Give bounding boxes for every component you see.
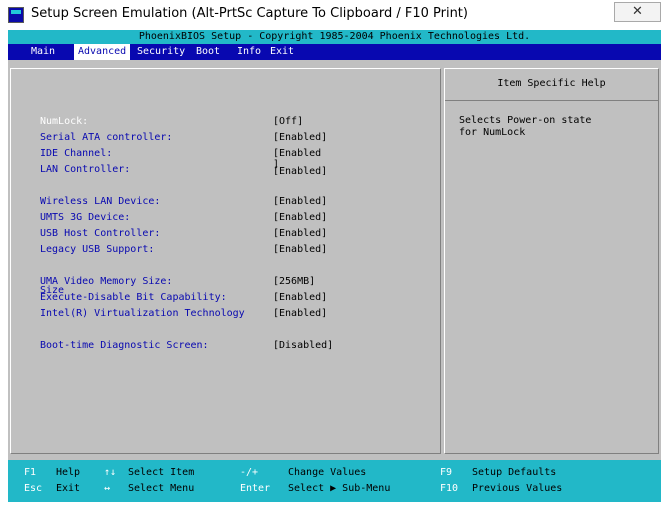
option-umts-value[interactable]: [Enabled] — [273, 212, 327, 224]
menu-info[interactable]: Info — [233, 44, 265, 60]
bios-screen: PhoenixBIOS Setup - Copyright 1985-2004 … — [8, 30, 661, 502]
option-wlan-value[interactable]: [Enabled] — [273, 196, 327, 208]
help-text: Selects Power-on state for NumLock — [459, 115, 592, 138]
key-enter: Enter — [240, 483, 271, 494]
menu-boot[interactable]: Boot — [192, 44, 224, 60]
option-legacy-usb-value[interactable]: [Enabled] — [273, 244, 327, 256]
key-updown-desc: Select Item — [128, 467, 195, 478]
key-plusminus-desc: Change Values — [288, 467, 367, 478]
key-esc: Esc — [24, 483, 43, 494]
option-usb-host-value[interactable]: [Enabled] — [273, 228, 327, 240]
key-f9: F9 — [440, 467, 453, 478]
option-vt-label[interactable]: Intel(R) Virtualization Technology — [40, 308, 245, 320]
updown-arrows-icon: ↑↓ — [104, 467, 117, 478]
key-enter-desc: Select ▶ Sub-Menu — [288, 483, 391, 494]
option-diag-value[interactable]: [Disabled] — [273, 340, 333, 352]
window-title: Setup Screen Emulation (Alt-PrtSc Captur… — [31, 6, 468, 21]
option-xd-value[interactable]: [Enabled] — [273, 292, 327, 304]
window-titlebar: Setup Screen Emulation (Alt-PrtSc Captur… — [0, 0, 669, 30]
menu-advanced[interactable]: Advanced — [74, 44, 131, 60]
option-ide-value[interactable]: [Enabled — [273, 148, 321, 160]
options-panel: NumLock: [Off] Serial ATA controller: [E… — [10, 68, 441, 454]
leftright-arrows-icon: ↔ — [104, 483, 111, 494]
bios-menubar: Main Advanced Security Boot Info Exit — [8, 44, 661, 60]
key-f1-desc: Help — [56, 467, 81, 478]
option-lan-label[interactable]: LAN Controller: — [40, 164, 130, 176]
option-wlan-label[interactable]: Wireless LAN Device: — [40, 196, 160, 208]
key-f9-desc: Setup Defaults — [472, 467, 557, 478]
help-title: Item Specific Help — [445, 69, 658, 101]
option-xd-label[interactable]: Execute-Disable Bit Capability: — [40, 292, 227, 304]
key-f1: F1 — [24, 467, 37, 478]
option-uma-value[interactable]: [256MB] — [273, 276, 315, 288]
bios-copyright-header: PhoenixBIOS Setup - Copyright 1985-2004 … — [8, 30, 661, 44]
option-umts-label[interactable]: UMTS 3G Device: — [40, 212, 130, 224]
option-numlock-value[interactable]: [Off] — [273, 116, 303, 128]
option-diag-label[interactable]: Boot-time Diagnostic Screen: — [40, 340, 209, 352]
key-leftright-desc: Select Menu — [128, 483, 195, 494]
key-f10: F10 — [440, 483, 459, 494]
key-legend-footer: F1 Help ↑↓ Select Item -/+ Change Values… — [8, 460, 661, 502]
option-legacy-usb-label[interactable]: Legacy USB Support: — [40, 244, 154, 256]
key-esc-desc: Exit — [56, 483, 81, 494]
help-panel: Item Specific Help Selects Power-on stat… — [444, 68, 659, 454]
menu-security[interactable]: Security — [133, 44, 189, 60]
menu-main[interactable]: Main — [27, 44, 59, 60]
key-plusminus: -/+ — [240, 467, 259, 478]
option-lan-value-ghost: [Enabled] — [273, 166, 328, 175]
option-vt-value[interactable]: [Enabled] — [273, 308, 327, 320]
menu-exit[interactable]: Exit — [266, 44, 298, 60]
close-button[interactable]: ✕ — [614, 2, 661, 22]
option-sata-value[interactable]: [Enabled] — [273, 132, 327, 144]
option-ide-label[interactable]: IDE Channel: — [40, 148, 112, 160]
app-icon — [8, 7, 24, 23]
key-f10-desc: Previous Values — [472, 483, 563, 494]
option-lan-value[interactable]: ] — [273, 159, 279, 171]
option-sata-label[interactable]: Serial ATA controller: — [40, 132, 172, 144]
option-numlock-label[interactable]: NumLock: — [40, 116, 88, 128]
option-usb-host-label[interactable]: USB Host Controller: — [40, 228, 160, 240]
